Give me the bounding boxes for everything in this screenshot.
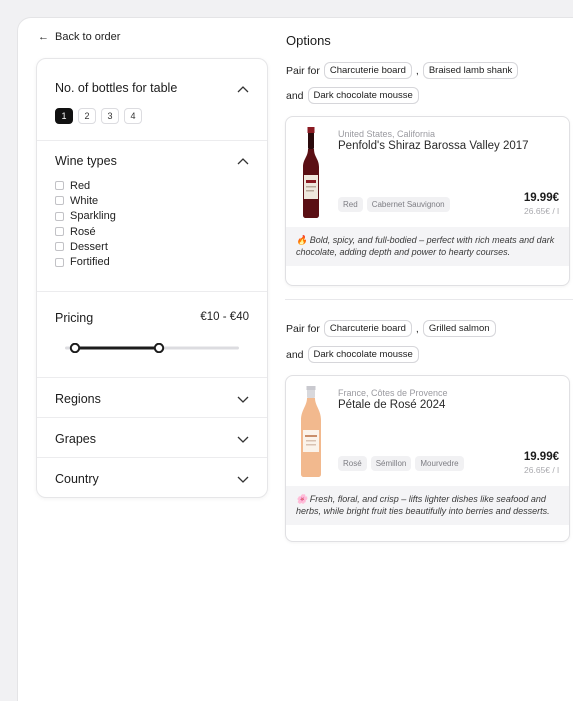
pair-for-label: Pair for bbox=[286, 322, 320, 335]
bottle-option-1[interactable]: 1 bbox=[55, 108, 73, 124]
grapes-title: Grapes bbox=[55, 432, 96, 446]
chevron-down-icon[interactable] bbox=[237, 396, 249, 404]
and-label: and bbox=[286, 348, 304, 361]
wine-card[interactable]: United States, California Penfold's Shir… bbox=[285, 116, 570, 286]
and-label: and bbox=[286, 89, 304, 102]
wine-type-sparkling[interactable]: Sparkling bbox=[55, 209, 116, 224]
regions-section[interactable]: Regions bbox=[37, 377, 267, 417]
checkbox[interactable] bbox=[55, 242, 64, 252]
pairing-line: Pair for Charcuterie board , Braised lam… bbox=[286, 62, 519, 79]
wine-types-title: Wine types bbox=[55, 154, 117, 168]
wine-type-white[interactable]: White bbox=[55, 193, 116, 208]
pairing-note: 🌸 Fresh, floral, and crisp – lifts light… bbox=[286, 486, 569, 525]
wine-type-fortified[interactable]: Fortified bbox=[55, 254, 116, 269]
wine-type-label: Rosé bbox=[70, 225, 96, 238]
back-label: Back to order bbox=[55, 31, 121, 43]
wine-region: France, Côtes de Provence bbox=[338, 388, 448, 398]
bottles-section: No. of bottles for table 1 2 3 4 bbox=[37, 59, 267, 140]
filter-panel: No. of bottles for table 1 2 3 4 Wine ty… bbox=[36, 58, 268, 498]
price-range-slider[interactable] bbox=[65, 343, 239, 353]
checkbox[interactable] bbox=[55, 211, 64, 221]
bottle-option-4[interactable]: 4 bbox=[124, 108, 142, 124]
pair-for-label: Pair for bbox=[286, 64, 320, 77]
red-wine-bottle-icon bbox=[303, 127, 319, 218]
dish-chip[interactable]: Grilled salmon bbox=[422, 320, 496, 337]
flower-icon: 🌸 bbox=[296, 494, 308, 504]
wine-tag: Red bbox=[338, 197, 363, 212]
bottle-count-selector: 1 2 3 4 bbox=[55, 108, 142, 124]
rose-wine-bottle-icon bbox=[301, 386, 321, 477]
dish-chip[interactable]: Dark chocolate mousse bbox=[307, 346, 419, 363]
fire-icon: 🔥 bbox=[296, 235, 308, 245]
wine-unit-price: 26.65€ / l bbox=[524, 206, 559, 216]
wine-type-label: Red bbox=[70, 179, 91, 192]
grapes-section[interactable]: Grapes bbox=[37, 417, 267, 457]
pairing-note-text: Bold, spicy, and full-bodied – perfect w… bbox=[296, 235, 555, 257]
wine-unit-price: 26.65€ / l bbox=[524, 465, 559, 475]
wine-type-red[interactable]: Red bbox=[55, 178, 116, 193]
separator: , bbox=[415, 322, 419, 335]
arrow-left-icon: ← bbox=[38, 31, 49, 43]
wine-card[interactable]: France, Côtes de Provence Pétale de Rosé… bbox=[285, 375, 570, 542]
slider-min-handle bbox=[69, 343, 81, 353]
wine-price: 19.99€ bbox=[523, 192, 559, 204]
wine-card-body: France, Côtes de Provence Pétale de Rosé… bbox=[286, 376, 569, 486]
wine-tags: Red Cabernet Sauvignon bbox=[338, 197, 450, 212]
wine-card-body: United States, California Penfold's Shir… bbox=[286, 117, 569, 227]
wine-types-section: Wine types Red White Sparkling Rosé Dess… bbox=[37, 140, 267, 291]
dish-chip[interactable]: Charcuterie board bbox=[323, 320, 412, 337]
wine-type-list: Red White Sparkling Rosé Dessert Fortifi… bbox=[55, 178, 116, 270]
wine-type-dessert[interactable]: Dessert bbox=[55, 239, 116, 254]
regions-title: Regions bbox=[55, 392, 101, 406]
dish-chip[interactable]: Braised lamb shank bbox=[422, 62, 519, 79]
checkbox[interactable] bbox=[55, 196, 64, 206]
checkbox[interactable] bbox=[55, 257, 64, 267]
checkbox[interactable] bbox=[55, 227, 64, 237]
wine-tag: Cabernet Sauvignon bbox=[366, 197, 450, 212]
pricing-title: Pricing bbox=[55, 311, 94, 325]
wine-tag: Rosé bbox=[338, 456, 367, 471]
separator: , bbox=[415, 64, 419, 77]
pairing-line: and Dark chocolate mousse bbox=[286, 87, 419, 104]
price-range-value: €10 - €40 bbox=[200, 311, 249, 323]
wine-type-label: White bbox=[70, 194, 99, 207]
chevron-down-icon[interactable] bbox=[237, 436, 249, 444]
wine-tag: Sémillon bbox=[370, 456, 412, 471]
bottle-option-3[interactable]: 3 bbox=[101, 108, 119, 124]
country-title: Country bbox=[55, 472, 99, 486]
wine-tag: Mourvedre bbox=[415, 456, 464, 471]
pairing-note: 🔥 Bold, spicy, and full-bodied – perfect… bbox=[286, 227, 569, 266]
slider-max-handle bbox=[153, 343, 165, 353]
chevron-down-icon[interactable] bbox=[237, 476, 249, 484]
wine-price: 19.99€ bbox=[523, 451, 559, 463]
bottles-title: No. of bottles for table bbox=[55, 81, 178, 95]
wine-name: Penfold's Shiraz Barossa Valley 2017 bbox=[338, 140, 529, 152]
wine-type-label: Sparkling bbox=[70, 210, 116, 223]
bottle-option-2[interactable]: 2 bbox=[78, 108, 96, 124]
pairing-line: and Dark chocolate mousse bbox=[286, 346, 419, 363]
wine-type-label: Fortified bbox=[70, 256, 110, 269]
checkbox[interactable] bbox=[55, 181, 64, 191]
options-title: Options bbox=[286, 33, 331, 48]
pairing-note-text: Fresh, floral, and crisp – lifts lighter… bbox=[296, 494, 550, 516]
dish-chip[interactable]: Charcuterie board bbox=[323, 62, 412, 79]
country-section[interactable]: Country bbox=[37, 457, 267, 498]
wine-name: Pétale de Rosé 2024 bbox=[338, 399, 446, 411]
pairing-line: Pair for Charcuterie board , Grilled sal… bbox=[286, 320, 496, 337]
back-link[interactable]: ← Back to order bbox=[38, 31, 120, 43]
wine-type-rose[interactable]: Rosé bbox=[55, 224, 116, 239]
dish-chip[interactable]: Dark chocolate mousse bbox=[307, 87, 419, 104]
wine-region: United States, California bbox=[338, 129, 436, 139]
chevron-up-icon[interactable] bbox=[237, 157, 249, 165]
section-divider bbox=[285, 299, 573, 300]
wine-type-label: Dessert bbox=[70, 240, 108, 253]
wine-tags: Rosé Sémillon Mourvedre bbox=[338, 456, 464, 471]
chevron-up-icon[interactable] bbox=[237, 85, 249, 93]
pricing-section: Pricing €10 - €40 bbox=[37, 291, 267, 377]
